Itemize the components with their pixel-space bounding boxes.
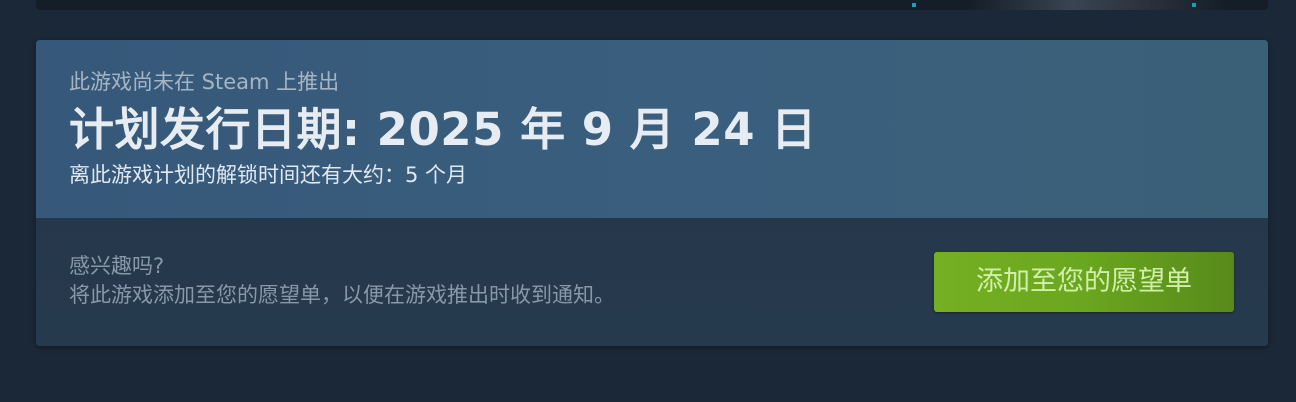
screenshot-edge [968, 0, 1228, 10]
accent-mark [912, 3, 916, 7]
not-released-notice: 此游戏尚未在 Steam 上推出 [69, 70, 340, 94]
interested-prompt: 感兴趣吗? [69, 254, 165, 278]
previous-section-edge [36, 0, 1268, 10]
planned-release-date: 计划发行日期: 2025 年 9 月 24 日 [69, 103, 817, 156]
wishlist-description: 将此游戏添加至您的愿望单，以便在游戏推出时收到通知。 [69, 283, 615, 307]
add-to-wishlist-button[interactable]: 添加至您的愿望单 [934, 252, 1234, 312]
release-info-header: 此游戏尚未在 Steam 上推出 计划发行日期: 2025 年 9 月 24 日… [36, 40, 1268, 218]
accent-mark [1192, 3, 1196, 7]
wishlist-section: 感兴趣吗? 将此游戏添加至您的愿望单，以便在游戏推出时收到通知。 添加至您的愿望… [36, 218, 1268, 346]
unlock-countdown: 离此游戏计划的解锁时间还有大约：5 个月 [69, 163, 468, 187]
coming-soon-panel: 此游戏尚未在 Steam 上推出 计划发行日期: 2025 年 9 月 24 日… [36, 40, 1268, 346]
add-to-wishlist-label: 添加至您的愿望单 [976, 266, 1192, 297]
